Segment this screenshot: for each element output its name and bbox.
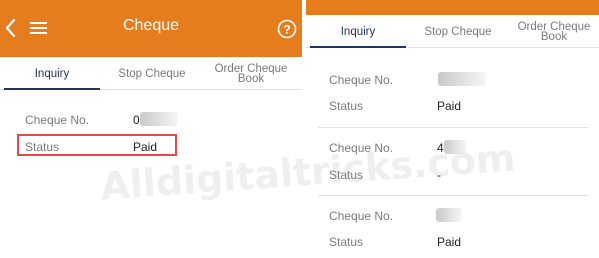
- status-label: Status: [329, 235, 364, 249]
- page-title: Cheque: [122, 17, 180, 34]
- tab-label: Order Cheque Book: [517, 20, 591, 43]
- tab-stop-cheque[interactable]: Stop Cheque: [410, 15, 506, 48]
- tab-stop-cheque[interactable]: Stop Cheque: [104, 57, 200, 90]
- tab-label: Inquiry: [34, 67, 70, 80]
- svg-text:?: ?: [283, 23, 290, 37]
- help-icon[interactable]: ?: [276, 18, 298, 40]
- cheque-no-blur: [444, 140, 466, 154]
- tab-label: Stop Cheque: [118, 67, 186, 80]
- status-value: Paid: [437, 235, 462, 249]
- status-value: Paid: [437, 99, 462, 113]
- cheque-no-value: 4: [437, 141, 444, 155]
- divider: [318, 195, 589, 196]
- cheque-no-label: Cheque No.: [329, 73, 394, 87]
- app-header: Cheque ?: [0, 0, 302, 57]
- tab-inquiry[interactable]: Inquiry: [4, 57, 100, 90]
- cheque-no-value: 0: [133, 113, 140, 127]
- cheque-no-label: Cheque No.: [329, 141, 394, 155]
- tab-label: Order Cheque Book: [214, 62, 288, 85]
- divider: [318, 127, 589, 128]
- tab-inquiry[interactable]: Inquiry: [310, 15, 406, 48]
- tab-bar: Inquiry Stop Cheque Order Cheque Book: [306, 15, 599, 48]
- tab-label: Inquiry: [340, 25, 376, 38]
- right-screen: Inquiry Stop Cheque Order Cheque Book Ch…: [306, 0, 599, 258]
- active-tab-indicator: [310, 46, 406, 48]
- cheque-no-blur: [438, 72, 486, 86]
- status-highlight-box: [17, 134, 177, 156]
- cheque-no-blur: [436, 208, 462, 222]
- app-header: [306, 0, 599, 15]
- status-label: Status: [329, 99, 364, 113]
- tab-bar: Inquiry Stop Cheque Order Cheque Book: [0, 57, 302, 90]
- cheque-no-label: Cheque No.: [25, 113, 90, 127]
- tab-order-cheque-book[interactable]: Order Cheque Book: [511, 15, 597, 48]
- tab-order-cheque-book[interactable]: Order Cheque Book: [205, 57, 297, 90]
- status-label: Status: [329, 168, 364, 182]
- cheque-no-label: Cheque No.: [329, 209, 394, 223]
- active-tab-indicator: [4, 88, 100, 90]
- status-value: -: [437, 168, 441, 182]
- tab-label: Stop Cheque: [424, 25, 492, 38]
- left-screen: Cheque ? Inquiry Stop Cheque Order Chequ…: [0, 0, 302, 258]
- cheque-no-blur: [140, 112, 178, 126]
